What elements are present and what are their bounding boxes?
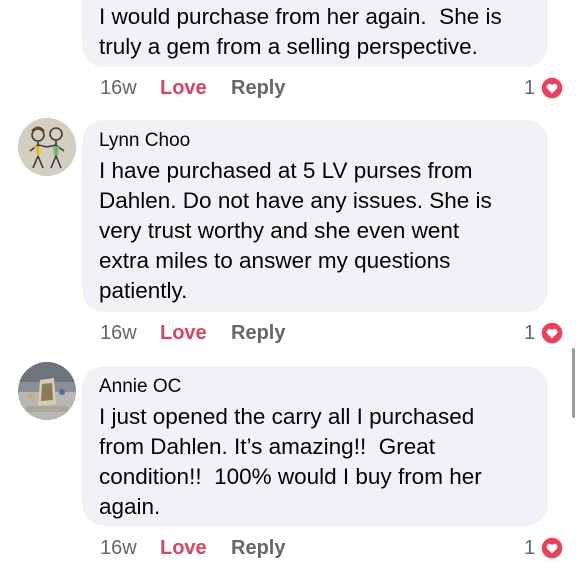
heart-icon <box>540 321 564 345</box>
comment-timestamp[interactable]: 16w <box>100 320 137 346</box>
photo-avatar <box>18 362 76 420</box>
reply-button[interactable]: Reply <box>231 75 285 101</box>
reaction-count: 1 <box>524 77 536 99</box>
comment-bubble: Lynn Choo I have purchased at 5 LV purse… <box>82 120 548 312</box>
comment-bubble: I would purchase from her again. She is … <box>82 0 548 67</box>
comment-text: I would purchase from her again. She is … <box>99 4 502 59</box>
comment-timestamp[interactable]: 16w <box>100 75 137 101</box>
comment-text: I have purchased at 5 LV purses from Dah… <box>99 158 492 303</box>
scrollbar[interactable] <box>572 348 575 418</box>
avatar[interactable] <box>18 362 76 420</box>
avatar[interactable] <box>18 118 76 176</box>
reply-button[interactable]: Reply <box>231 320 285 346</box>
heart-icon <box>540 536 564 560</box>
comment-text: I just opened the carry all I purchased … <box>99 404 482 519</box>
couple-drawing-avatar <box>18 118 76 176</box>
heart-icon <box>540 76 564 100</box>
love-button[interactable]: Love <box>160 75 207 101</box>
comment-timestamp[interactable]: 16w <box>100 535 137 561</box>
comment-author[interactable]: Lynn Choo <box>99 128 532 154</box>
reaction-count: 1 <box>524 537 536 559</box>
love-button[interactable]: Love <box>160 320 207 346</box>
reply-button[interactable]: Reply <box>231 535 285 561</box>
comment-author[interactable]: Annie OC <box>99 374 532 400</box>
comment-bubble: Annie OC I just opened the carry all I p… <box>82 366 548 526</box>
love-button[interactable]: Love <box>160 535 207 561</box>
reaction-count: 1 <box>524 322 536 344</box>
